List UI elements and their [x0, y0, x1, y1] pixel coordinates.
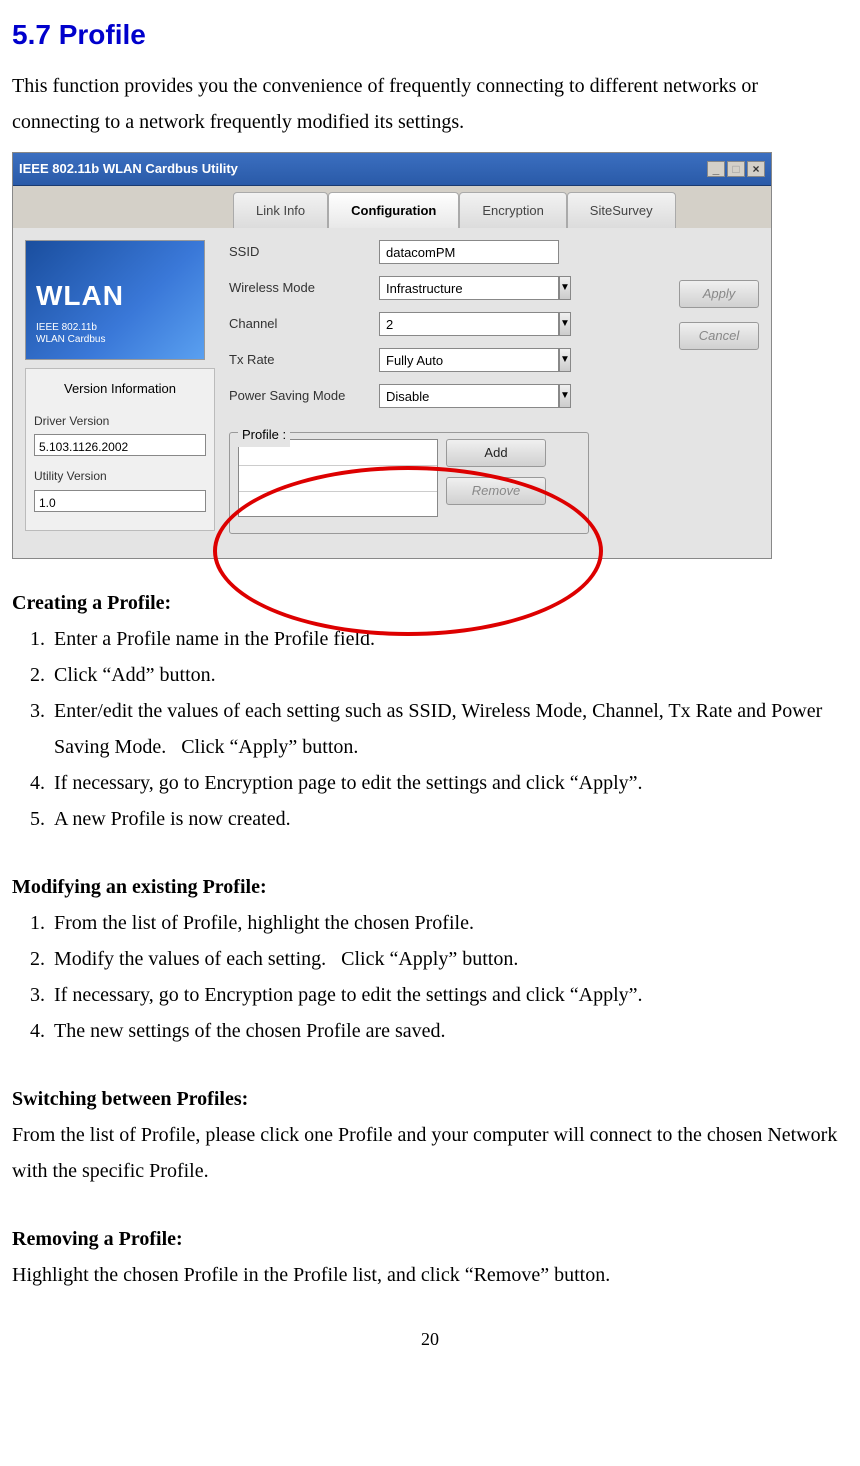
list-item: The new settings of the chosen Profile a… [50, 1013, 848, 1049]
intro-paragraph: This function provides you the convenien… [12, 68, 848, 140]
list-item: If necessary, go to Encryption page to e… [50, 977, 848, 1013]
chevron-down-icon[interactable]: ▼ [559, 348, 571, 372]
txrate-select[interactable] [379, 348, 559, 372]
section-heading: 5.7 Profile [12, 10, 848, 60]
version-title: Version Information [34, 377, 206, 400]
maximize-icon: □ [727, 161, 745, 177]
wireless-mode-select[interactable] [379, 276, 559, 300]
channel-label: Channel [229, 312, 379, 335]
apply-cancel-column: Apply Cancel [649, 240, 759, 420]
version-panel: Version Information Driver Version 5.103… [25, 368, 215, 531]
form-column: SSID Wireless Mode ▼ Channel [229, 240, 759, 534]
wlan-banner-line1: IEEE 802.11b [36, 322, 194, 334]
add-button[interactable]: Add [446, 439, 546, 467]
list-item: Modify the values of each setting. Click… [50, 941, 848, 977]
section-number: 5.7 [12, 19, 51, 50]
wlan-banner: WLAN IEEE 802.11b WLAN Cardbus [25, 240, 205, 360]
list-item: Click “Add” button. [50, 657, 848, 693]
ssid-input[interactable] [379, 240, 559, 264]
app-body: WLAN IEEE 802.11b WLAN Cardbus Version I… [13, 228, 771, 558]
apply-button[interactable]: Apply [679, 280, 759, 308]
modifying-heading: Modifying an existing Profile: [12, 869, 848, 905]
titlebar: IEEE 802.11b WLAN Cardbus Utility _ □ × [13, 153, 771, 185]
chevron-down-icon[interactable]: ▼ [559, 312, 571, 336]
list-item: If necessary, go to Encryption page to e… [50, 765, 848, 801]
left-column: WLAN IEEE 802.11b WLAN Cardbus Version I… [25, 240, 215, 534]
chevron-down-icon[interactable]: ▼ [559, 276, 571, 300]
channel-select[interactable] [379, 312, 559, 336]
profile-list[interactable] [238, 439, 438, 517]
driver-version-label: Driver Version [34, 411, 206, 433]
list-item: From the list of Profile, highlight the … [50, 905, 848, 941]
list-item: 5.A new Profile is now created. [50, 801, 848, 837]
powersave-select[interactable] [379, 384, 559, 408]
app-window: IEEE 802.11b WLAN Cardbus Utility _ □ × … [12, 152, 772, 559]
driver-version-value: 5.103.1126.2002 [34, 434, 206, 456]
switching-heading: Switching between Profiles: [12, 1081, 848, 1117]
titlebar-controls: _ □ × [707, 161, 765, 177]
page-number: 20 [12, 1323, 848, 1355]
close-icon[interactable]: × [747, 161, 765, 177]
creating-steps: Enter a Profile name in the Profile fiel… [12, 621, 848, 837]
txrate-label: Tx Rate [229, 348, 379, 371]
profile-fieldset: Profile : Add Remove [229, 432, 589, 534]
tab-link-info[interactable]: Link Info [233, 192, 328, 228]
removing-text: Highlight the chosen Profile in the Prof… [12, 1257, 848, 1293]
step-text: A new Profile is now created. [54, 808, 291, 830]
chevron-down-icon[interactable]: ▼ [559, 384, 571, 408]
minimize-icon[interactable]: _ [707, 161, 725, 177]
utility-version-value: 1.0 [34, 490, 206, 512]
tab-encryption[interactable]: Encryption [459, 192, 566, 228]
wlan-banner-line2: WLAN Cardbus [36, 334, 194, 346]
remove-button[interactable]: Remove [446, 477, 546, 505]
window-title: IEEE 802.11b WLAN Cardbus Utility [19, 157, 238, 180]
list-item: Enter/edit the values of each setting su… [50, 693, 848, 765]
wlan-banner-big: WLAN [36, 271, 194, 321]
tab-sitesurvey[interactable]: SiteSurvey [567, 192, 676, 228]
removing-heading: Removing a Profile: [12, 1221, 848, 1257]
powersave-label: Power Saving Mode [229, 384, 379, 407]
list-item[interactable] [239, 466, 437, 492]
profile-legend: Profile : [238, 423, 290, 446]
creating-heading: Creating a Profile: [12, 585, 848, 621]
utility-version-label: Utility Version [34, 466, 206, 488]
section-title-text: Profile [59, 19, 146, 50]
switching-text: From the list of Profile, please click o… [12, 1117, 848, 1189]
modifying-steps: From the list of Profile, highlight the … [12, 905, 848, 1049]
cancel-button[interactable]: Cancel [679, 322, 759, 350]
ssid-label: SSID [229, 240, 379, 263]
tabs-row: Link Info Configuration Encryption SiteS… [13, 186, 771, 228]
tab-configuration[interactable]: Configuration [328, 192, 459, 228]
list-item: Enter a Profile name in the Profile fiel… [50, 621, 848, 657]
list-item[interactable] [239, 492, 437, 518]
wireless-mode-label: Wireless Mode [229, 276, 379, 299]
